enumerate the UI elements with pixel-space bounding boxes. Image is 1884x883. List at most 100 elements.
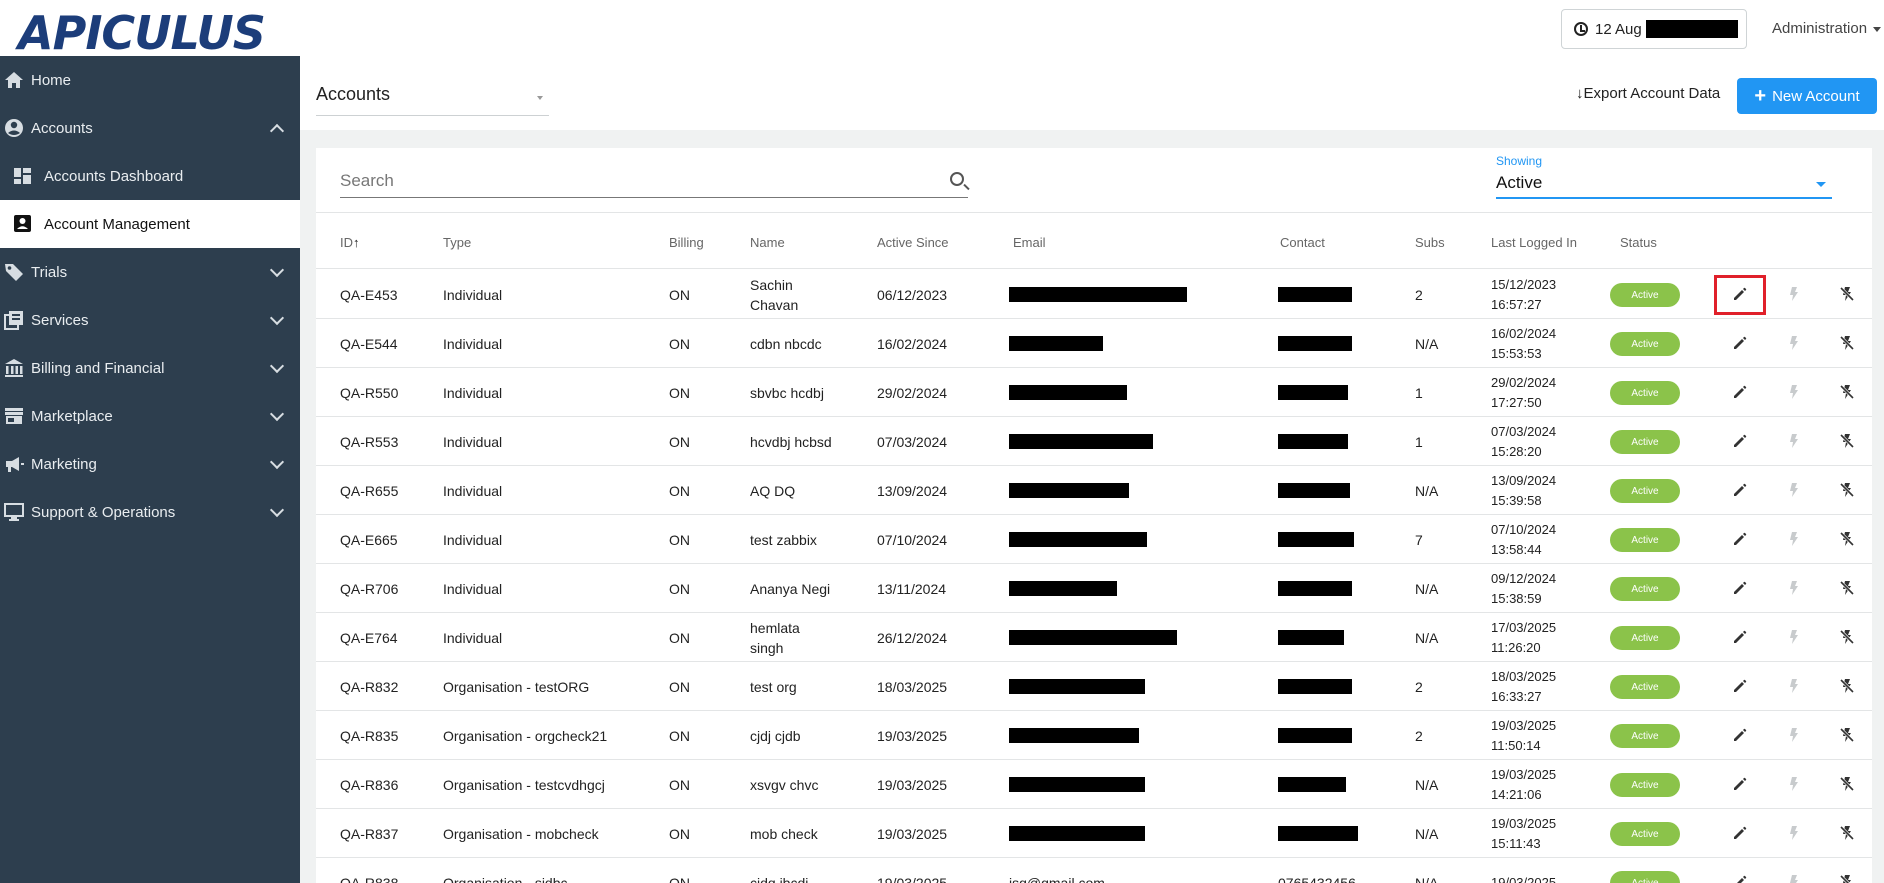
contact-cell xyxy=(1278,466,1350,515)
table-row[interactable]: QA-E764 Individual ON hemlata singh 26/12/20… xyxy=(316,613,1872,662)
view-select[interactable]: Accounts xyxy=(316,84,549,116)
edit-pencil-icon[interactable] xyxy=(1731,775,1749,793)
flash-off-icon[interactable] xyxy=(1838,481,1856,499)
flash-off-icon[interactable] xyxy=(1838,530,1856,548)
search-input[interactable] xyxy=(340,166,930,196)
chevron-down-icon[interactable] xyxy=(269,262,285,278)
column-header-name[interactable]: Name xyxy=(750,235,785,250)
column-header-email[interactable]: Email xyxy=(1013,235,1046,250)
chevron-up-icon[interactable] xyxy=(269,123,285,139)
flash-off-icon[interactable] xyxy=(1838,579,1856,597)
column-header-billing[interactable]: Billing xyxy=(669,235,704,250)
flash-icon[interactable] xyxy=(1785,873,1803,883)
edit-pencil-icon[interactable] xyxy=(1731,481,1749,499)
edit-pencil-icon[interactable] xyxy=(1731,334,1749,352)
user-menu[interactable]: Administration xyxy=(1772,20,1882,37)
active-since: 13/11/2024 xyxy=(877,580,947,597)
showing-select[interactable]: Showing Active xyxy=(1496,154,1832,199)
chevron-down-icon[interactable] xyxy=(269,502,285,518)
flash-off-icon[interactable] xyxy=(1838,334,1856,352)
flash-icon[interactable] xyxy=(1785,579,1803,597)
flash-off-icon[interactable] xyxy=(1838,432,1856,450)
flash-icon[interactable] xyxy=(1785,824,1803,842)
apiculus-logo[interactable]: APICULUS xyxy=(18,6,266,60)
flash-icon[interactable] xyxy=(1785,530,1803,548)
flash-icon[interactable] xyxy=(1785,628,1803,646)
table-row[interactable]: QA-R837 Organisation - mobcheck ON mob chec… xyxy=(316,809,1872,858)
table-row[interactable]: QA-E665 Individual ON test zabbix 07/10/2024… xyxy=(316,515,1872,564)
table-row[interactable]: QA-E544 Individual ON cdbn nbcdc 16/02/2024 N… xyxy=(316,319,1872,368)
table-row[interactable]: QA-R835 Organisation - orgcheck21 ON cjdj c… xyxy=(316,711,1872,760)
new-account-button[interactable]: + New Account xyxy=(1737,78,1877,114)
edit-pencil-icon[interactable] xyxy=(1731,432,1749,450)
edit-pencil-icon[interactable] xyxy=(1731,383,1749,401)
sidebar-item-marketplace[interactable]: Marketplace xyxy=(0,392,300,440)
status-badge: Active xyxy=(1610,626,1680,650)
sidebar-item-accounts-dashboard[interactable]: Accounts Dashboard xyxy=(0,152,300,200)
active-since: 19/03/2025 xyxy=(877,825,948,842)
table-row[interactable]: QA-R550 Individual ON sbvbc hcdbj 29/02/2024… xyxy=(316,368,1872,417)
table-row[interactable]: QA-E453 Individual ON Sachin Chavan 06/12/20… xyxy=(316,270,1872,319)
active-since: 13/09/2024 xyxy=(877,482,948,499)
chevron-down-icon[interactable] xyxy=(269,406,285,422)
flash-icon[interactable] xyxy=(1785,334,1803,352)
flash-icon[interactable] xyxy=(1785,383,1803,401)
account-type: Individual xyxy=(443,482,503,499)
sidebar-item-account-management[interactable]: Account Management xyxy=(0,200,300,248)
flash-off-icon[interactable] xyxy=(1838,775,1856,793)
flash-off-icon[interactable] xyxy=(1838,383,1856,401)
column-header-contact[interactable]: Contact xyxy=(1280,235,1325,250)
date-display[interactable]: 12 Aug xyxy=(1561,9,1747,49)
flash-icon[interactable] xyxy=(1785,726,1803,744)
flash-off-icon[interactable] xyxy=(1838,873,1856,883)
sidebar-item-marketing[interactable]: Marketing xyxy=(0,440,300,488)
redacted-contact xyxy=(1278,434,1348,449)
flash-icon[interactable] xyxy=(1785,481,1803,499)
column-header-id[interactable]: ID↑ xyxy=(340,235,360,250)
sort-arrow-up-icon[interactable]: ↑ xyxy=(353,235,360,250)
table-row[interactable]: QA-R836 Organisation - testcvdhgcj ON xsvgv… xyxy=(316,760,1872,809)
edit-pencil-icon[interactable] xyxy=(1731,579,1749,597)
flash-icon[interactable] xyxy=(1785,775,1803,793)
account-id: QA-R550 xyxy=(340,384,399,401)
table-row[interactable]: QA-R832 Organisation - testORG ON test org 1… xyxy=(316,662,1872,711)
flash-icon[interactable] xyxy=(1785,285,1803,303)
redacted-contact xyxy=(1278,679,1352,694)
edit-pencil-icon[interactable] xyxy=(1731,628,1749,646)
edit-pencil-icon[interactable] xyxy=(1731,726,1749,744)
edit-pencil-icon[interactable] xyxy=(1731,824,1749,842)
account-id: QA-E544 xyxy=(340,335,398,352)
email-cell xyxy=(1009,417,1153,466)
table-row[interactable]: QA-R838 Organisation - sjdbc ON cjdq jbcdj 1… xyxy=(316,858,1872,883)
sidebar-item-accounts[interactable]: Accounts xyxy=(0,104,300,152)
column-header-active-since[interactable]: Active Since xyxy=(877,235,949,250)
edit-pencil-icon[interactable] xyxy=(1731,530,1749,548)
flash-icon[interactable] xyxy=(1785,432,1803,450)
sidebar-item-trials[interactable]: Trials xyxy=(0,248,300,296)
sidebar-item-home[interactable]: Home xyxy=(0,56,300,104)
table-row[interactable]: QA-R553 Individual ON hcvdbj hcbsd 07/03/202… xyxy=(316,417,1872,466)
column-header-last-logged-in[interactable]: Last Logged In xyxy=(1491,235,1577,250)
chevron-down-icon[interactable] xyxy=(269,454,285,470)
column-header-status[interactable]: Status xyxy=(1620,235,1657,250)
flash-off-icon[interactable] xyxy=(1838,677,1856,695)
column-header-type[interactable]: Type xyxy=(443,235,471,250)
table-row[interactable]: QA-R655 Individual ON AQ DQ 13/09/2024 N/A 13/… xyxy=(316,466,1872,515)
sidebar-item-billing-and-financial[interactable]: Billing and Financial xyxy=(0,344,300,392)
search-icon[interactable] xyxy=(950,172,964,186)
flash-icon[interactable] xyxy=(1785,677,1803,695)
table-row[interactable]: QA-R706 Individual ON Ananya Negi 13/11/2024… xyxy=(316,564,1872,613)
sidebar-item-services[interactable]: Services xyxy=(0,296,300,344)
edit-pencil-icon[interactable] xyxy=(1731,677,1749,695)
edit-pencil-icon[interactable] xyxy=(1731,873,1749,883)
status-badge: Active xyxy=(1610,283,1680,307)
flash-off-icon[interactable] xyxy=(1838,285,1856,303)
export-account-data-button[interactable]: ↓Export Account Data xyxy=(1576,85,1720,102)
flash-off-icon[interactable] xyxy=(1838,726,1856,744)
column-header-subs[interactable]: Subs xyxy=(1415,235,1445,250)
flash-off-icon[interactable] xyxy=(1838,628,1856,646)
chevron-down-icon[interactable] xyxy=(269,310,285,326)
sidebar-item-support-operations[interactable]: Support & Operations xyxy=(0,488,300,536)
flash-off-icon[interactable] xyxy=(1838,824,1856,842)
chevron-down-icon[interactable] xyxy=(269,358,285,374)
